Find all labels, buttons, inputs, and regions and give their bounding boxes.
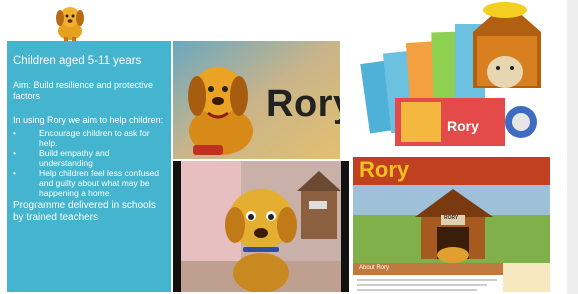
website-screenshot-image: Rory About Rory RORY <box>353 157 550 292</box>
website-rory-header: Rory <box>359 157 410 182</box>
rory-3d-image <box>173 161 349 292</box>
goals-list: • Encourage children to ask for help. • Bu… <box>13 128 165 198</box>
product-rory-label: Rory <box>447 118 479 134</box>
bullet-icon: • <box>13 128 16 138</box>
info-panel: Children aged 5-11 years Aim: Build resi… <box>7 41 171 292</box>
right-edge-divider <box>567 0 578 294</box>
list-item: • Build empathy and understanding <box>13 148 110 168</box>
rory-title-image: Rory <box>173 41 340 159</box>
age-heading: Children aged 5-11 years <box>13 55 142 67</box>
rory-title-text: Rory <box>266 83 340 125</box>
bullet-icon: • <box>13 168 16 178</box>
delivery-text: Programme delivered in schools by traine… <box>13 200 156 223</box>
aim-text: Aim: Build resilience and protective fac… <box>13 80 154 101</box>
doghouse-sign: RORY <box>444 215 459 221</box>
product-pack-image: Rory <box>355 2 545 154</box>
website-about-heading: About Rory <box>359 265 390 271</box>
list-item: • Help children feel less confused and gu… <box>13 168 160 198</box>
bullet-icon: • <box>13 148 16 158</box>
intro-text: In using Rory we aim to help children: <box>13 115 164 125</box>
list-item: • Encourage children to ask for help. <box>13 128 150 148</box>
dog-logo-icon <box>50 3 90 41</box>
